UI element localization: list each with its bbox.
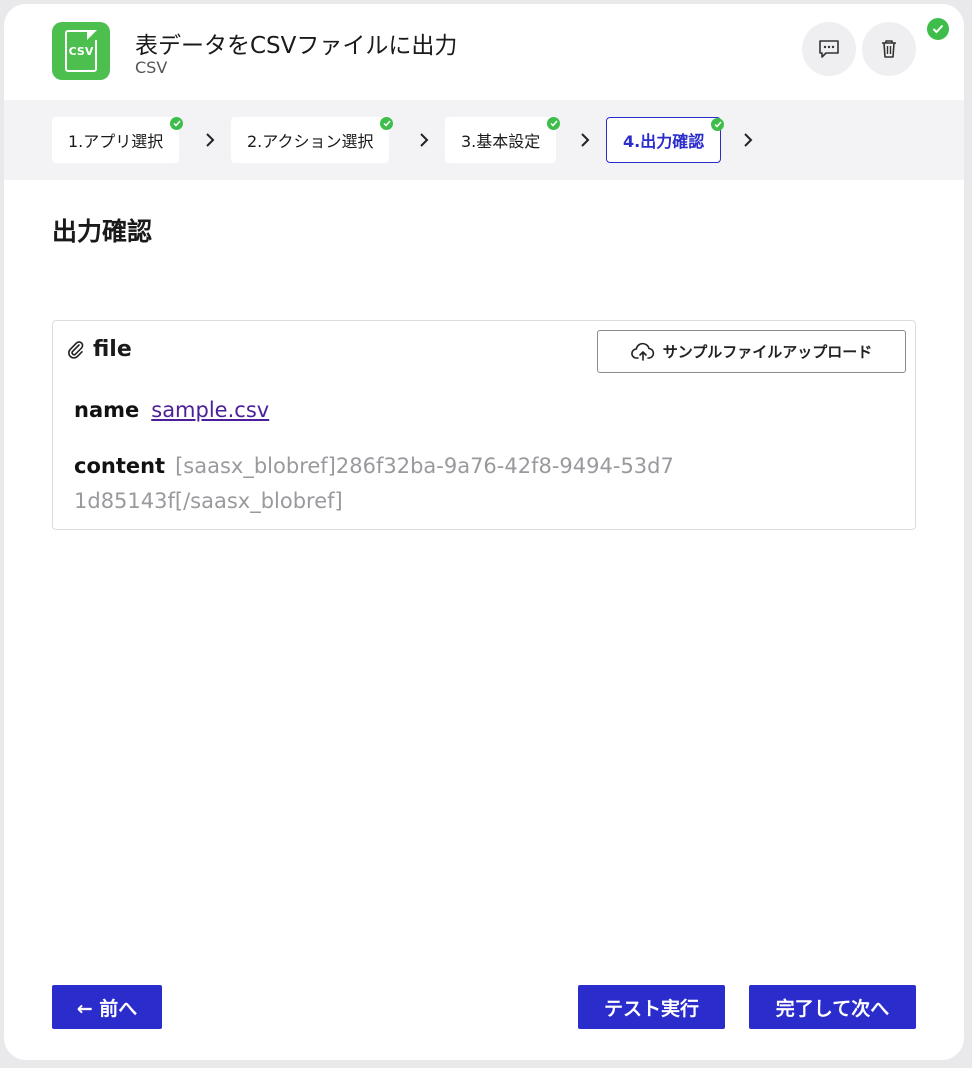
header: CSV 表データをCSVファイルに出力 CSV — [4, 4, 964, 100]
paperclip-icon — [68, 340, 84, 359]
check-icon — [711, 118, 725, 131]
step-basic-settings[interactable]: 3.基本設定 — [445, 117, 561, 163]
chevron-right-icon — [206, 133, 215, 147]
name-key: name — [74, 398, 140, 422]
comment-icon — [819, 40, 839, 58]
step-label: 4.出力確認 — [623, 132, 705, 151]
status-check-icon — [927, 18, 949, 40]
chevron-right-icon — [581, 133, 590, 147]
step-label: 1.アプリ選択 — [68, 132, 164, 151]
prev-button[interactable]: ← 前へ — [52, 985, 162, 1029]
check-icon — [547, 117, 561, 130]
section-title: 出力確認 — [52, 217, 153, 246]
step-action-select[interactable]: 2.アクション選択 — [231, 117, 394, 163]
test-run-button[interactable]: テスト実行 — [578, 985, 725, 1029]
cloud-upload-icon — [630, 342, 654, 361]
trash-icon — [882, 40, 896, 58]
file-content-row: content [saasx_blobref]286f32ba-9a76-42f8… — [74, 449, 674, 519]
step-app-select[interactable]: 1.アプリ選択 — [52, 117, 184, 163]
upload-button-label: サンプルファイルアップロード — [662, 343, 873, 361]
csv-file-icon: CSV — [52, 22, 110, 80]
delete-button[interactable] — [862, 22, 916, 76]
chevron-right-icon — [420, 133, 429, 147]
step-label: 2.アクション選択 — [247, 132, 374, 151]
check-icon — [170, 117, 184, 130]
file-label: file — [93, 337, 132, 362]
comment-button[interactable] — [802, 22, 856, 76]
app-icon-label: CSV — [68, 45, 94, 58]
file-output-card: file サンプルファイルアップロード name sample.csv cont… — [52, 320, 916, 530]
content-key: content — [74, 454, 166, 478]
upload-sample-file-button[interactable]: サンプルファイルアップロード — [597, 330, 906, 373]
file-field-header: file — [67, 337, 132, 362]
page-title: 表データをCSVファイルに出力 — [135, 33, 458, 59]
step-label: 3.基本設定 — [461, 132, 541, 151]
flow-step-panel: CSV 表データをCSVファイルに出力 CSV 1.アプリ選択 2.アクション選… — [4, 4, 964, 1060]
step-output-confirm[interactable]: 4.出力確認 — [606, 117, 725, 163]
file-name-link[interactable]: sample.csv — [151, 398, 269, 422]
complete-next-button[interactable]: 完了して次へ — [749, 985, 916, 1029]
check-icon — [380, 117, 394, 130]
step-navigation: 1.アプリ選択 2.アクション選択 3.基本設定 4.出力確認 — [4, 100, 964, 180]
app-subtitle: CSV — [135, 58, 168, 77]
file-name-row: name sample.csv — [74, 398, 269, 422]
chevron-right-icon — [744, 133, 753, 147]
